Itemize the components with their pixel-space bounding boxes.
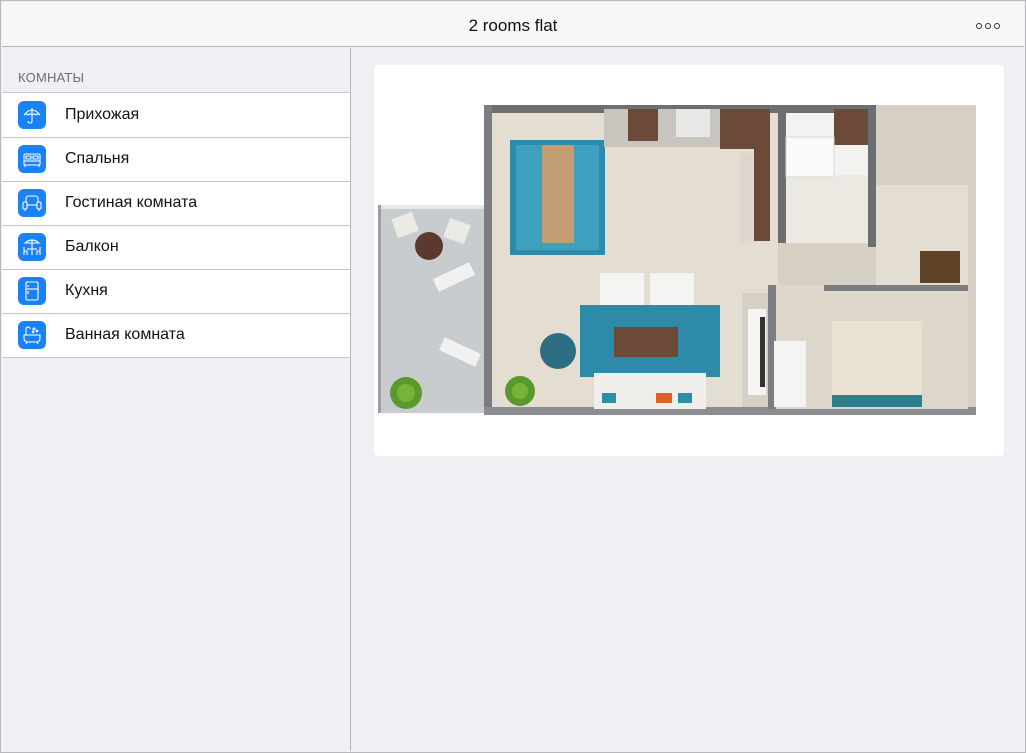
floor-plan-image[interactable] [374,65,1004,456]
dot [985,23,991,29]
room-label: Ванная комната [65,326,185,343]
armchair-icon [18,189,46,217]
app-window: 2 rooms flat КОМНАТЫ Прихожая Спальня Го… [0,0,1026,753]
dot [994,23,1000,29]
room-item-kitchen[interactable]: Кухня [2,269,350,313]
patio-table-icon [18,233,46,261]
dot [976,23,982,29]
room-list: Прихожая Спальня Гостиная комната Балкон… [2,92,350,358]
room-label: Балкон [65,238,119,255]
room-label: Прихожая [65,106,140,123]
more-options-icon[interactable] [976,20,1000,32]
floor-plan-card [374,65,1004,456]
bed-icon [18,145,46,173]
fridge-icon [18,277,46,305]
bathtub-icon [18,321,46,349]
room-item-hallway[interactable]: Прихожая [2,93,350,137]
umbrella-icon [18,101,46,129]
room-item-bedroom[interactable]: Спальня [2,137,350,181]
room-label: Кухня [65,282,108,299]
room-item-living-room[interactable]: Гостиная комната [2,181,350,225]
section-header: КОМНАТЫ [18,70,85,85]
room-item-bathroom[interactable]: Ванная комната [2,313,350,357]
room-item-balcony[interactable]: Балкон [2,225,350,269]
room-label: Гостиная комната [65,194,198,211]
sidebar: КОМНАТЫ Прихожая Спальня Гостиная комнат… [2,48,351,751]
navigation-bar: 2 rooms flat [2,2,1024,47]
room-label: Спальня [65,150,130,167]
page-title: 2 rooms flat [468,16,558,35]
